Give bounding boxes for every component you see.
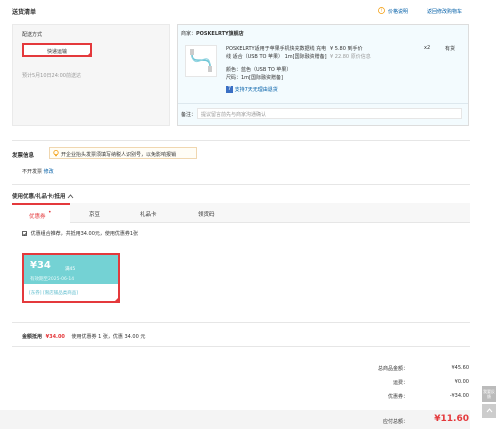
tab-coupon-label: 优惠券: [29, 214, 46, 220]
coupon-combo-label: 优惠组合推荐，共抵用34.00元，使用优惠券1张: [30, 231, 139, 237]
tab-gift-card[interactable]: 礼品卡: [140, 210, 157, 218]
product-color: 颜色：蓝色（USB TO 苹果）: [226, 67, 292, 73]
tab-coupon[interactable]: 优惠券 •: [12, 203, 70, 223]
product-title-line1[interactable]: POSKELRTY适用于苹果手机快充数据线 充电: [226, 45, 326, 52]
coupon-tag-1: [东券]: [29, 291, 42, 296]
invoice-status-row: 不开发票 修改: [22, 168, 54, 175]
return-policy: 7 支持7天无理由退货: [226, 86, 278, 93]
feedback-button[interactable]: 我要反馈: [482, 386, 496, 402]
payable-label: 应付总额：: [382, 419, 408, 425]
bulb-icon: [53, 150, 59, 157]
invoice-tip: 开企业抬头发票须填写纳税人识别号，以免影响报销: [49, 147, 197, 159]
price-note-label: 价格说明: [388, 9, 409, 15]
product-orig-price: ¥ 22.80 原价信息: [330, 53, 371, 60]
divider: [12, 346, 470, 347]
checkmark-icon: [23, 232, 27, 236]
coupon-combo-checkbox[interactable]: [22, 231, 27, 236]
coupon-card[interactable]: ¥34 满45 有效期至2025-06-14 [东券] [限店铺品类商品]: [22, 253, 120, 303]
tab-redeem-code[interactable]: 领货码: [198, 210, 215, 218]
product-qty: x2: [424, 45, 431, 51]
invoice-title: 发票信息: [12, 153, 35, 159]
delivery-estimate: 预计5月10日24:00前送达: [22, 73, 81, 79]
freight-label: 运费：: [392, 380, 408, 386]
freight-value: ¥0.00: [454, 379, 469, 385]
price-note: 到手价: [347, 46, 363, 52]
goods-total-label: 总商品金额：: [377, 366, 408, 372]
invoice-edit-link[interactable]: 修改: [44, 169, 54, 175]
back-to-top-button[interactable]: [482, 404, 496, 418]
product-image[interactable]: [185, 45, 217, 77]
section-title-delivery-list: 送货清单: [12, 9, 37, 16]
coupon-tags: [东券] [限店铺品类商品]: [29, 290, 78, 296]
back-to-cart-link[interactable]: 返回修改购物车: [427, 8, 462, 15]
selected-corner-icon: [113, 296, 120, 303]
product-stock: 有货: [445, 46, 456, 52]
coupon-condition: 满45: [65, 267, 76, 272]
discount-label: 优惠券：: [387, 394, 408, 400]
coupon-tabbar: [12, 203, 470, 223]
divider: [178, 103, 468, 104]
delivery-method-option[interactable]: 快递运输: [22, 43, 92, 57]
svg-text:!: !: [381, 8, 383, 13]
chevron-up-icon: [486, 408, 492, 413]
coupon-amount: ¥34: [30, 260, 51, 271]
note-label: 备注：: [181, 112, 197, 118]
payable-value: ¥11.60: [434, 414, 469, 424]
tab-jingdou[interactable]: 京豆: [89, 210, 100, 218]
coupon-validity: 有效期至2025-06-14: [30, 277, 75, 282]
coupon-tag-2: [限店铺品类商品]: [42, 291, 78, 296]
coupon-summary-label: 金额抵用: [22, 334, 43, 340]
coupon-section-toggle[interactable]: 使用优惠/礼品卡/抵用: [12, 192, 74, 200]
shop-label: 商家：: [181, 31, 197, 37]
shop-header: 商家：POSKELRTY旗舰店: [181, 30, 244, 37]
discount-value: -¥34.00: [449, 393, 469, 399]
cable-image-icon: [190, 49, 212, 72]
product-spec: 尺码：1m[国际融资赠备]: [226, 75, 283, 81]
note-input[interactable]: 提议留言前先与商家沟通确认: [197, 108, 462, 119]
delivery-method-label: 快递运输: [46, 49, 67, 55]
price-value: ¥ 5.80: [330, 46, 346, 52]
goods-total-value: ¥45.60: [451, 365, 470, 371]
product-price: ¥ 5.80 到手价: [330, 45, 363, 52]
coupon-summary-detail: 使用优惠券 1 张，优惠 34.00 元: [71, 334, 146, 340]
coupon-summary: 金额抵用 ¥34.00 使用优惠券 1 张，优惠 34.00 元: [22, 333, 145, 340]
invoice-tip-text: 开企业抬头发票须填写纳税人识别号，以免影响报销: [61, 152, 177, 158]
invoice-status: 不开发票: [22, 169, 43, 175]
delivery-label: 配送方式: [22, 32, 43, 38]
product-title-line2[interactable]: 线 适合（USB TO 苹果） 1m[国际融资赠备]: [226, 53, 327, 60]
divider: [12, 322, 470, 323]
coupon-summary-amount: ¥34.00: [45, 334, 65, 340]
shop-name[interactable]: POSKELRTY旗舰店: [196, 31, 244, 37]
divider: [12, 140, 470, 141]
orig-price-note: 原价信息: [350, 54, 371, 60]
tab-badge: •: [48, 209, 52, 216]
coupon-combo-row: 优惠组合推荐，共抵用34.00元，使用优惠券1张: [22, 230, 138, 237]
chevron-up-icon: [68, 194, 74, 199]
selected-corner-icon: [86, 51, 92, 57]
coupon-section-title: 使用优惠/礼品卡/抵用: [12, 194, 66, 200]
orig-price-value: ¥ 22.80: [330, 54, 350, 60]
return-policy-label: 支持7天无理由退货: [234, 87, 278, 93]
divider: [12, 184, 470, 185]
return-badge-icon: 7: [226, 86, 233, 93]
info-icon: !: [378, 7, 385, 14]
